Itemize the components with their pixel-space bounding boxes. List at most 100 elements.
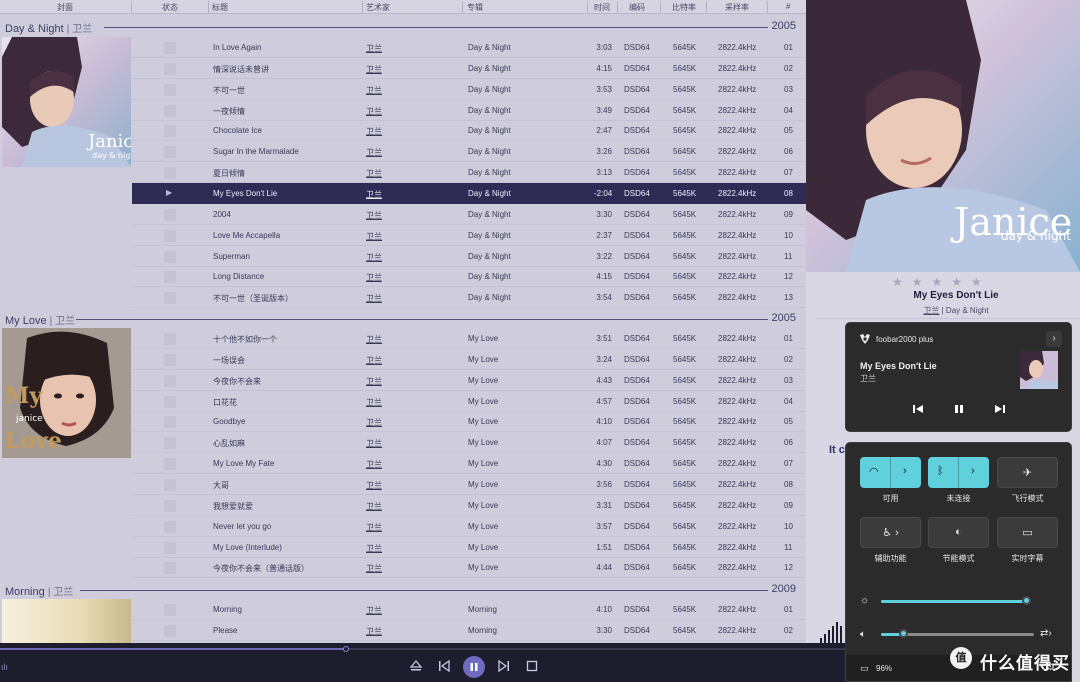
column-separator[interactable] xyxy=(362,1,363,13)
track-artist[interactable]: 卫兰 xyxy=(366,168,382,179)
brightness-slider-knob[interactable] xyxy=(1021,596,1031,605)
track-artist[interactable]: 卫兰 xyxy=(366,376,382,387)
track-row[interactable]: Superman 卫兰 Day & Night 3:22 DSD64 5645K 2822.… xyxy=(132,246,806,267)
album-group-header[interactable]: Morning | 卫兰 2009 xyxy=(0,582,806,598)
track-row[interactable]: 2004 卫兰 Day & Night 3:30 DSD64 5645K 2822.4kHz… xyxy=(132,204,806,225)
chevron-right-icon[interactable]: › xyxy=(971,465,975,477)
track-artist[interactable]: 卫兰 xyxy=(366,355,382,366)
track-row[interactable]: Sugar In the Marmalade 卫兰 Day & Night 3:26 D… xyxy=(132,141,806,163)
column-samplerate[interactable]: 采样率 xyxy=(725,2,749,13)
track-artist[interactable]: 卫兰 xyxy=(366,64,382,75)
previous-icon[interactable] xyxy=(908,401,928,421)
volume-slider-knob[interactable] xyxy=(898,629,908,638)
column-separator[interactable] xyxy=(617,1,618,13)
track-row[interactable]: Chocolate Ice 卫兰 Day & Night 2:47 DSD64 5645K… xyxy=(132,120,806,142)
track-row[interactable]: Morning 卫兰 Morning 4:10 DSD64 5645K 2822.4kHz 0… xyxy=(132,599,806,620)
column-separator[interactable] xyxy=(767,1,768,13)
track-artist[interactable]: 卫兰 xyxy=(366,189,382,200)
column-title[interactable]: 标题 xyxy=(212,2,228,13)
track-row[interactable]: Long Distance 卫兰 Day & Night 4:15 DSD64 5645K… xyxy=(132,266,806,288)
battery-icon[interactable]: ▭ xyxy=(860,663,869,674)
track-artist[interactable]: 卫兰 xyxy=(366,522,382,533)
chevron-right-icon[interactable]: › xyxy=(1046,331,1062,347)
track-row[interactable]: In Love Again 卫兰 Day & Night 3:03 DSD64 5645K… xyxy=(132,37,806,58)
track-artist[interactable]: 卫兰 xyxy=(366,501,382,512)
pause-icon[interactable] xyxy=(949,401,969,421)
track-row[interactable]: 今夜你不会来（普通话版） 卫兰 My Love 4:44 DSD64 5645K 2822.… xyxy=(132,557,806,579)
track-artist[interactable]: 卫兰 xyxy=(366,605,382,616)
quick-tile-accessibility[interactable]: ♿ › xyxy=(860,517,921,548)
track-row[interactable]: 不可一世 卫兰 Day & Night 3:53 DSD64 5645K 2822.4kHz… xyxy=(132,79,806,100)
track-artist[interactable]: 卫兰 xyxy=(366,85,382,96)
track-row[interactable]: 一场误会 卫兰 My Love 3:24 DSD64 5645K 2822.4kHz 02 xyxy=(132,349,806,370)
column-separator[interactable] xyxy=(587,1,588,13)
chevron-right-icon[interactable]: › xyxy=(903,465,907,477)
stop-icon[interactable] xyxy=(524,659,540,675)
track-artist[interactable]: 卫兰 xyxy=(366,397,382,408)
track-artist[interactable]: 卫兰 xyxy=(366,480,382,491)
track-row[interactable]: 夏日倾情 卫兰 Day & Night 3:13 DSD64 5645K 2822.4kHz… xyxy=(132,162,806,184)
album-group-header[interactable]: Day & Night | 卫兰 2005 xyxy=(0,19,806,35)
column-album[interactable]: 专辑 xyxy=(467,2,483,13)
column-time[interactable]: 时间 xyxy=(594,2,610,13)
quick-tile-wifi[interactable]: ◠ › xyxy=(860,457,921,488)
track-row[interactable]: 十个他不如你一个 卫兰 My Love 3:51 DSD64 5645K 2822.4kHz… xyxy=(132,328,806,349)
album-group-header[interactable]: My Love | 卫兰 2005 xyxy=(0,311,806,327)
quick-tile-airplane[interactable]: ✈ xyxy=(997,457,1058,488)
column-separator[interactable] xyxy=(208,1,209,13)
column-track-number[interactable]: # xyxy=(786,2,790,11)
seek-bar-knob[interactable] xyxy=(343,646,350,652)
column-separator[interactable] xyxy=(462,1,463,13)
track-artist[interactable]: 卫兰 xyxy=(366,147,382,158)
track-artist[interactable]: 卫兰 xyxy=(366,417,382,428)
track-row[interactable]: Never let you go 卫兰 My Love 3:57 DSD64 5645K 2… xyxy=(132,516,806,537)
track-row[interactable]: Goodbye 卫兰 My Love 4:10 DSD64 5645K 2822.4kHz 0… xyxy=(132,411,806,433)
track-artist[interactable]: 卫兰 xyxy=(366,272,382,283)
column-status[interactable]: 状态 xyxy=(162,2,178,13)
track-row[interactable]: 一夜倾情 卫兰 Day & Night 3:49 DSD64 5645K 2822.4kHz… xyxy=(132,100,806,121)
column-separator[interactable] xyxy=(660,1,661,13)
track-row[interactable]: Please 卫兰 Morning 3:30 DSD64 5645K 2822.4kHz 02 xyxy=(132,620,806,641)
album-cover-my-love[interactable]: My janice Love xyxy=(2,328,131,458)
quick-tile-battery-saver[interactable]: ◐ xyxy=(928,517,989,548)
next-icon[interactable] xyxy=(990,401,1010,421)
track-artist[interactable]: 卫兰 xyxy=(366,43,382,54)
track-row-playing[interactable]: ▶ My Eyes Don't Lie 卫兰 Day & Night -2:04 DSD6… xyxy=(132,182,806,204)
album-cover-morning[interactable] xyxy=(2,599,131,643)
now-playing-album[interactable]: Day & Night xyxy=(946,306,989,315)
track-row[interactable]: 今夜你不会来 卫兰 My Love 4:43 DSD64 5645K 2822.4kHz 03 xyxy=(132,370,806,391)
now-playing-artwork[interactable]: Janice day & night xyxy=(806,0,1080,272)
column-separator[interactable] xyxy=(706,1,707,13)
track-artist[interactable]: 卫兰 xyxy=(366,543,382,554)
column-bitrate[interactable]: 比特率 xyxy=(672,2,696,13)
track-artist[interactable]: 卫兰 xyxy=(366,252,382,263)
track-row[interactable]: Love Me Accapella 卫兰 Day & Night 2:37 DSD64 5… xyxy=(132,225,806,246)
track-artist[interactable]: 卫兰 xyxy=(366,459,382,470)
previous-track-icon[interactable] xyxy=(436,659,452,675)
track-row[interactable]: 我想爱就爱 卫兰 My Love 3:31 DSD64 5645K 2822.4kHz 09 xyxy=(132,495,806,516)
now-playing-artist[interactable]: 卫兰 xyxy=(923,306,939,315)
quick-tile-bluetooth[interactable]: ᛒ › xyxy=(928,457,989,488)
track-row[interactable]: My Love My Fate 卫兰 My Love 4:30 DSD64 5645K 28… xyxy=(132,453,806,475)
track-artist[interactable]: 卫兰 xyxy=(366,106,382,117)
track-row[interactable]: 大哥 卫兰 My Love 3:56 DSD64 5645K 2822.4kHz 08 xyxy=(132,474,806,495)
track-artist[interactable]: 卫兰 xyxy=(366,438,382,449)
visualizer-icon[interactable]: ılı xyxy=(1,662,8,672)
track-row[interactable]: My Love (Interlude) 卫兰 My Love 1:51 DSD64 564… xyxy=(132,537,806,558)
column-cover[interactable]: 封面 xyxy=(57,2,73,13)
track-artist[interactable]: 卫兰 xyxy=(366,293,382,304)
track-artist[interactable]: 卫兰 xyxy=(366,334,382,345)
track-row[interactable]: 心乱如麻 卫兰 My Love 4:07 DSD64 5645K 2822.4kHz 06 xyxy=(132,432,806,454)
track-artist[interactable]: 卫兰 xyxy=(366,231,382,242)
track-row[interactable]: 不可一世（圣诞版本） 卫兰 Day & Night 3:54 DSD64 5645K 282… xyxy=(132,287,806,309)
track-artist[interactable]: 卫兰 xyxy=(366,210,382,221)
column-artist[interactable]: 艺术家 xyxy=(366,2,390,13)
track-artist[interactable]: 卫兰 xyxy=(366,626,382,637)
quick-tile-live-captions[interactable]: ▭ xyxy=(997,517,1058,548)
audio-output-icon[interactable]: ⇄› xyxy=(1040,628,1052,639)
rating-stars[interactable]: ★★★★★ xyxy=(892,275,991,289)
pause-button[interactable] xyxy=(463,656,485,678)
track-artist[interactable]: 卫兰 xyxy=(366,563,382,574)
album-cover-day-and-night[interactable]: Janice day & night xyxy=(2,37,131,167)
next-track-icon[interactable] xyxy=(496,659,512,675)
